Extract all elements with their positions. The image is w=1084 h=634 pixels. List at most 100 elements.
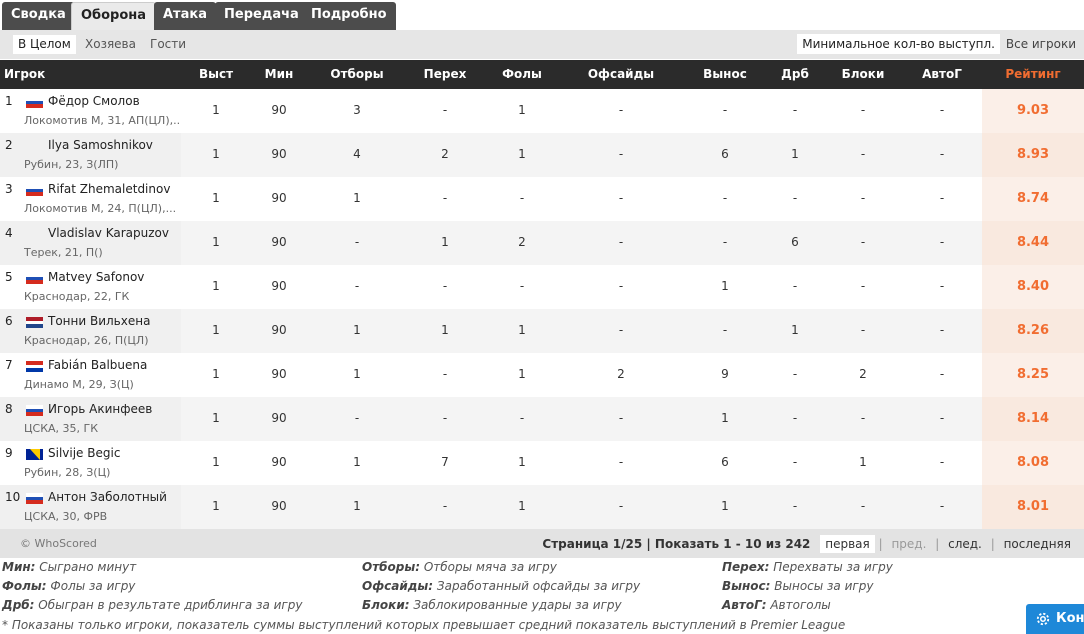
- stat-cell: 1: [518, 323, 526, 337]
- player-meta: Локомотив М, 24, П(ЦЛ),...: [24, 202, 177, 215]
- stat-cell: 1: [212, 279, 220, 293]
- flag-icon: [26, 185, 43, 196]
- col-rating[interactable]: Рейтинг: [990, 60, 1076, 89]
- stat-cell: 90: [271, 455, 287, 469]
- stat-cell: -: [618, 235, 624, 249]
- col-own-goals[interactable]: АвтоГ: [912, 60, 972, 89]
- row-rank: 7: [5, 358, 13, 372]
- row-rank: 4: [5, 226, 13, 240]
- stat-cell: -: [860, 191, 866, 205]
- tab-offense[interactable]: Атака: [154, 2, 216, 30]
- stat-cell: -: [860, 279, 866, 293]
- last-page-button[interactable]: последняя: [999, 535, 1076, 553]
- table-row: 10 Антон Заболотный ЦСКА, 30, ФРВ 1 90 1 - 1 - 1 -…: [0, 485, 1084, 529]
- stat-cell: 90: [271, 367, 287, 381]
- col-tackles[interactable]: Отборы: [320, 60, 394, 89]
- player-name-link[interactable]: Игорь Акинфеев: [48, 402, 152, 416]
- stat-cell: -: [939, 191, 945, 205]
- stat-cell: 90: [271, 411, 287, 425]
- rating-cell: 8.25: [982, 353, 1084, 397]
- player-name-link[interactable]: Тонни Вильхена: [48, 314, 150, 328]
- tab-detailed[interactable]: Подробно: [302, 2, 396, 30]
- col-apps[interactable]: Выст: [190, 60, 242, 89]
- player-meta: Локомотив М, 31, АП(ЦЛ),...: [24, 114, 180, 127]
- flag-icon: [26, 97, 43, 108]
- stat-cell: -: [722, 235, 728, 249]
- config-button[interactable]: Кон: [1026, 604, 1084, 634]
- stat-cell: 7: [441, 455, 449, 469]
- stat-cell: 1: [212, 323, 220, 337]
- row-rank: 9: [5, 446, 13, 460]
- stat-cell: 90: [271, 103, 287, 117]
- stat-cell: 1: [721, 279, 729, 293]
- player-name-link[interactable]: Fabián Balbuena: [48, 358, 147, 372]
- stat-cell: -: [792, 499, 798, 513]
- row-rank: 6: [5, 314, 13, 328]
- rating-cell: 8.40: [982, 265, 1084, 309]
- col-fouls[interactable]: Фолы: [492, 60, 552, 89]
- stat-cell: -: [939, 279, 945, 293]
- filter-home[interactable]: Хозяева: [80, 35, 141, 54]
- next-page-button[interactable]: след.: [943, 535, 987, 553]
- min-apps-toggle[interactable]: Минимальное кол-во выступл.: [797, 34, 1000, 54]
- page-info: Страница 1/25 | Показать 1 - 10 из 242: [542, 537, 811, 551]
- legend-item: Блоки: Заблокированные удары за игру: [362, 598, 622, 612]
- col-dribbled[interactable]: Дрб: [770, 60, 820, 89]
- stat-cell: -: [939, 323, 945, 337]
- all-players-toggle[interactable]: Все игроки: [1006, 35, 1076, 54]
- legend-item: Отборы: Отборы мяча за игру: [362, 560, 557, 574]
- table-header: Игрок Выст Мин Отборы Перех Фолы Офсайды…: [0, 60, 1084, 89]
- stat-cell: 90: [271, 499, 287, 513]
- col-mins[interactable]: Мин: [254, 60, 304, 89]
- rating-cell: 8.01: [982, 485, 1084, 529]
- stat-cell: 1: [721, 499, 729, 513]
- first-page-button[interactable]: первая: [820, 535, 875, 553]
- stat-cell: -: [792, 367, 798, 381]
- stat-cell: -: [354, 235, 360, 249]
- table-row: 8 Игорь Акинфеев ЦСКА, 35, ГК 1 90 - - - - 1 - - - 8.…: [0, 397, 1084, 441]
- player-name-link[interactable]: Ilya Samoshnikov: [48, 138, 153, 152]
- col-clearances[interactable]: Вынос: [695, 60, 755, 89]
- player-meta: Рубин, 23, З(ЛП): [24, 158, 119, 171]
- stat-cell: 1: [441, 323, 449, 337]
- player-name-link[interactable]: Matvey Safonov: [48, 270, 144, 284]
- stat-cell: -: [939, 411, 945, 425]
- player-name-link[interactable]: Антон Заболотный: [48, 490, 167, 504]
- config-button-label: Кон: [1056, 611, 1084, 626]
- tab-passing[interactable]: Передача: [215, 2, 308, 30]
- col-interceptions[interactable]: Перех: [415, 60, 475, 89]
- table-row: 3 Rifat Zhemaletdinov Локомотив М, 24, П(Ц…: [0, 177, 1084, 221]
- filter-away[interactable]: Гости: [145, 35, 191, 54]
- stat-cell: 90: [271, 191, 287, 205]
- filter-overall[interactable]: В Целом: [13, 35, 76, 54]
- player-name-link[interactable]: Rifat Zhemaletdinov: [48, 182, 170, 196]
- gear-icon: [1036, 612, 1050, 626]
- stat-cell: 6: [721, 147, 729, 161]
- stat-cell: -: [792, 279, 798, 293]
- stat-cell: 2: [518, 235, 526, 249]
- row-rank: 1: [5, 94, 13, 108]
- player-name-link[interactable]: Vladislav Karapuzov: [48, 226, 169, 240]
- stat-cell: -: [792, 411, 798, 425]
- stat-cell: -: [860, 323, 866, 337]
- prev-page-button[interactable]: пред.: [886, 535, 931, 553]
- player-name-link[interactable]: Silvije Begic: [48, 446, 120, 460]
- stat-cell: -: [618, 191, 624, 205]
- stat-cell: 1: [353, 499, 361, 513]
- stat-cell: 1: [441, 235, 449, 249]
- legend-item: Фолы: Фолы за игру: [2, 579, 136, 593]
- table-row: 5 Matvey Safonov Краснодар, 22, ГК 1 90 - - - - 1…: [0, 265, 1084, 309]
- stat-cell: -: [860, 411, 866, 425]
- stat-cell: -: [442, 411, 448, 425]
- stat-cell: 6: [791, 235, 799, 249]
- col-player[interactable]: Игрок: [4, 60, 45, 89]
- col-blocks[interactable]: Блоки: [833, 60, 893, 89]
- rating-cell: 8.14: [982, 397, 1084, 441]
- row-rank: 8: [5, 402, 13, 416]
- col-offsides[interactable]: Офсайды: [578, 60, 664, 89]
- player-name-link[interactable]: Фёдор Смолов: [48, 94, 140, 108]
- copyright: © WhoScored: [20, 537, 97, 550]
- tab-summary[interactable]: Сводка: [2, 2, 75, 30]
- stat-cell: -: [792, 191, 798, 205]
- tab-defense[interactable]: Оборона: [71, 2, 157, 30]
